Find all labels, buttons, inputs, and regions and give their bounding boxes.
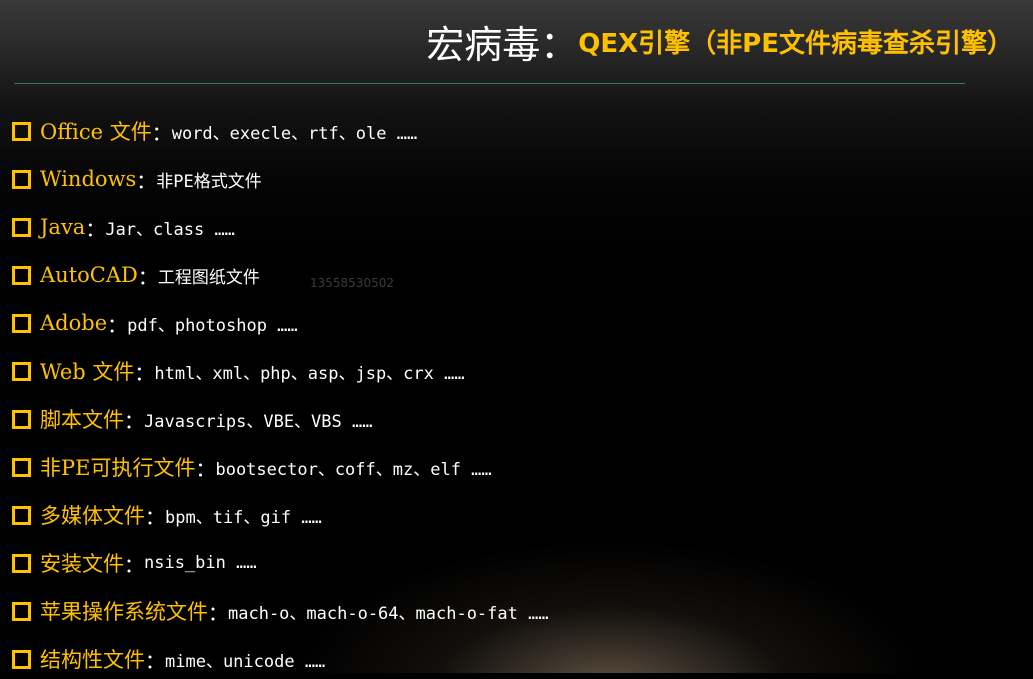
item-label: Office 文件 bbox=[40, 120, 152, 144]
item-label: 脚本文件 bbox=[40, 408, 124, 432]
item-value: bootsector、coff、mz、elf …… bbox=[215, 459, 492, 480]
item-label: AutoCAD bbox=[40, 263, 138, 287]
item-label: Java bbox=[40, 215, 86, 239]
list-item-macos: 苹果操作系统文件 ： mach-o、mach-o-64、mach-o-fat …… bbox=[12, 591, 549, 631]
item-label: 非PE可执行文件 bbox=[40, 456, 196, 480]
item-separator: ： bbox=[208, 600, 228, 625]
list-item-windows: Windows ： 非PE格式文件 bbox=[12, 159, 262, 199]
square-bullet-icon bbox=[12, 361, 31, 381]
item-value: Jar、class …… bbox=[105, 219, 235, 240]
item-label: Adobe bbox=[40, 311, 108, 335]
square-bullet-icon bbox=[12, 649, 31, 669]
item-separator: ： bbox=[124, 408, 144, 433]
square-bullet-icon bbox=[12, 601, 31, 621]
item-value: Javascrips、VBE、VBS …… bbox=[144, 411, 373, 432]
item-value: word、execle、rtf、ole …… bbox=[171, 123, 418, 144]
list-item-office: Office 文件 ： word、execle、rtf、ole …… bbox=[12, 111, 417, 151]
item-value: pdf、photoshop …… bbox=[127, 315, 298, 336]
item-separator: ： bbox=[151, 120, 172, 145]
square-bullet-icon bbox=[12, 457, 31, 477]
title-main: 宏病毒： bbox=[426, 23, 579, 67]
square-bullet-icon bbox=[12, 313, 31, 333]
item-label: 结构性文件 bbox=[40, 648, 145, 672]
item-separator: ： bbox=[85, 216, 106, 241]
item-separator: ： bbox=[136, 168, 157, 193]
item-value: mach-o、mach-o-64、mach-o-fat …… bbox=[228, 603, 549, 624]
item-separator: ： bbox=[145, 648, 165, 673]
item-value: nsis_bin …… bbox=[144, 553, 257, 573]
square-bullet-icon bbox=[12, 217, 31, 237]
item-value: 非PE格式文件 bbox=[156, 171, 262, 192]
list-item-installer: 安装文件 ： nsis_bin …… bbox=[12, 543, 257, 583]
item-separator: ： bbox=[137, 264, 158, 289]
list-item-multimedia: 多媒体文件 ： bpm、tif、gif …… bbox=[12, 495, 322, 535]
item-value: 工程图纸文件 bbox=[157, 267, 260, 288]
item-value: html、xml、php、asp、jsp、crx …… bbox=[154, 363, 465, 384]
item-separator: ： bbox=[145, 504, 165, 529]
square-bullet-icon bbox=[12, 265, 31, 285]
square-bullet-icon bbox=[12, 121, 31, 141]
list-item-web: Web 文件 ： html、xml、php、asp、jsp、crx …… bbox=[12, 351, 465, 391]
title-divider bbox=[14, 83, 965, 84]
list-item-non-pe-executable: 非PE可执行文件 ： bootsector、coff、mz、elf …… bbox=[12, 447, 492, 487]
item-label: 安装文件 bbox=[40, 552, 124, 576]
square-bullet-icon bbox=[12, 553, 31, 573]
list-item-adobe: Adobe ： pdf、photoshop …… bbox=[12, 303, 298, 343]
slide-background: 宏病毒：QEX引擎（非PE文件病毒查杀引擎） Office 文件 ： word、… bbox=[0, 0, 1033, 673]
list-item-autocad: AutoCAD ： 工程图纸文件 bbox=[12, 255, 260, 295]
item-label: Web 文件 bbox=[40, 360, 135, 384]
item-label: 多媒体文件 bbox=[40, 504, 145, 528]
item-separator: ： bbox=[107, 312, 128, 337]
square-bullet-icon bbox=[12, 169, 31, 189]
item-label: 苹果操作系统文件 bbox=[40, 600, 208, 624]
item-value: mime、unicode …… bbox=[165, 651, 326, 672]
list-item-java: Java ： Jar、class …… bbox=[12, 207, 235, 247]
watermark-text: 13558530502 bbox=[310, 276, 394, 290]
item-separator: ： bbox=[134, 360, 155, 385]
square-bullet-icon bbox=[12, 409, 31, 429]
item-value: bpm、tif、gif …… bbox=[165, 507, 322, 528]
item-separator: ： bbox=[124, 552, 144, 577]
item-separator: ： bbox=[195, 456, 216, 481]
list-item-structural: 结构性文件 ： mime、unicode …… bbox=[12, 639, 325, 679]
item-label: Windows bbox=[40, 167, 137, 191]
slide-title: 宏病毒：QEX引擎（非PE文件病毒查杀引擎） bbox=[0, 14, 1013, 74]
list-item-script: 脚本文件 ： Javascrips、VBE、VBS …… bbox=[12, 399, 372, 439]
square-bullet-icon bbox=[12, 505, 31, 525]
title-subtitle: QEX引擎（非PE文件病毒查杀引擎） bbox=[578, 29, 1013, 59]
